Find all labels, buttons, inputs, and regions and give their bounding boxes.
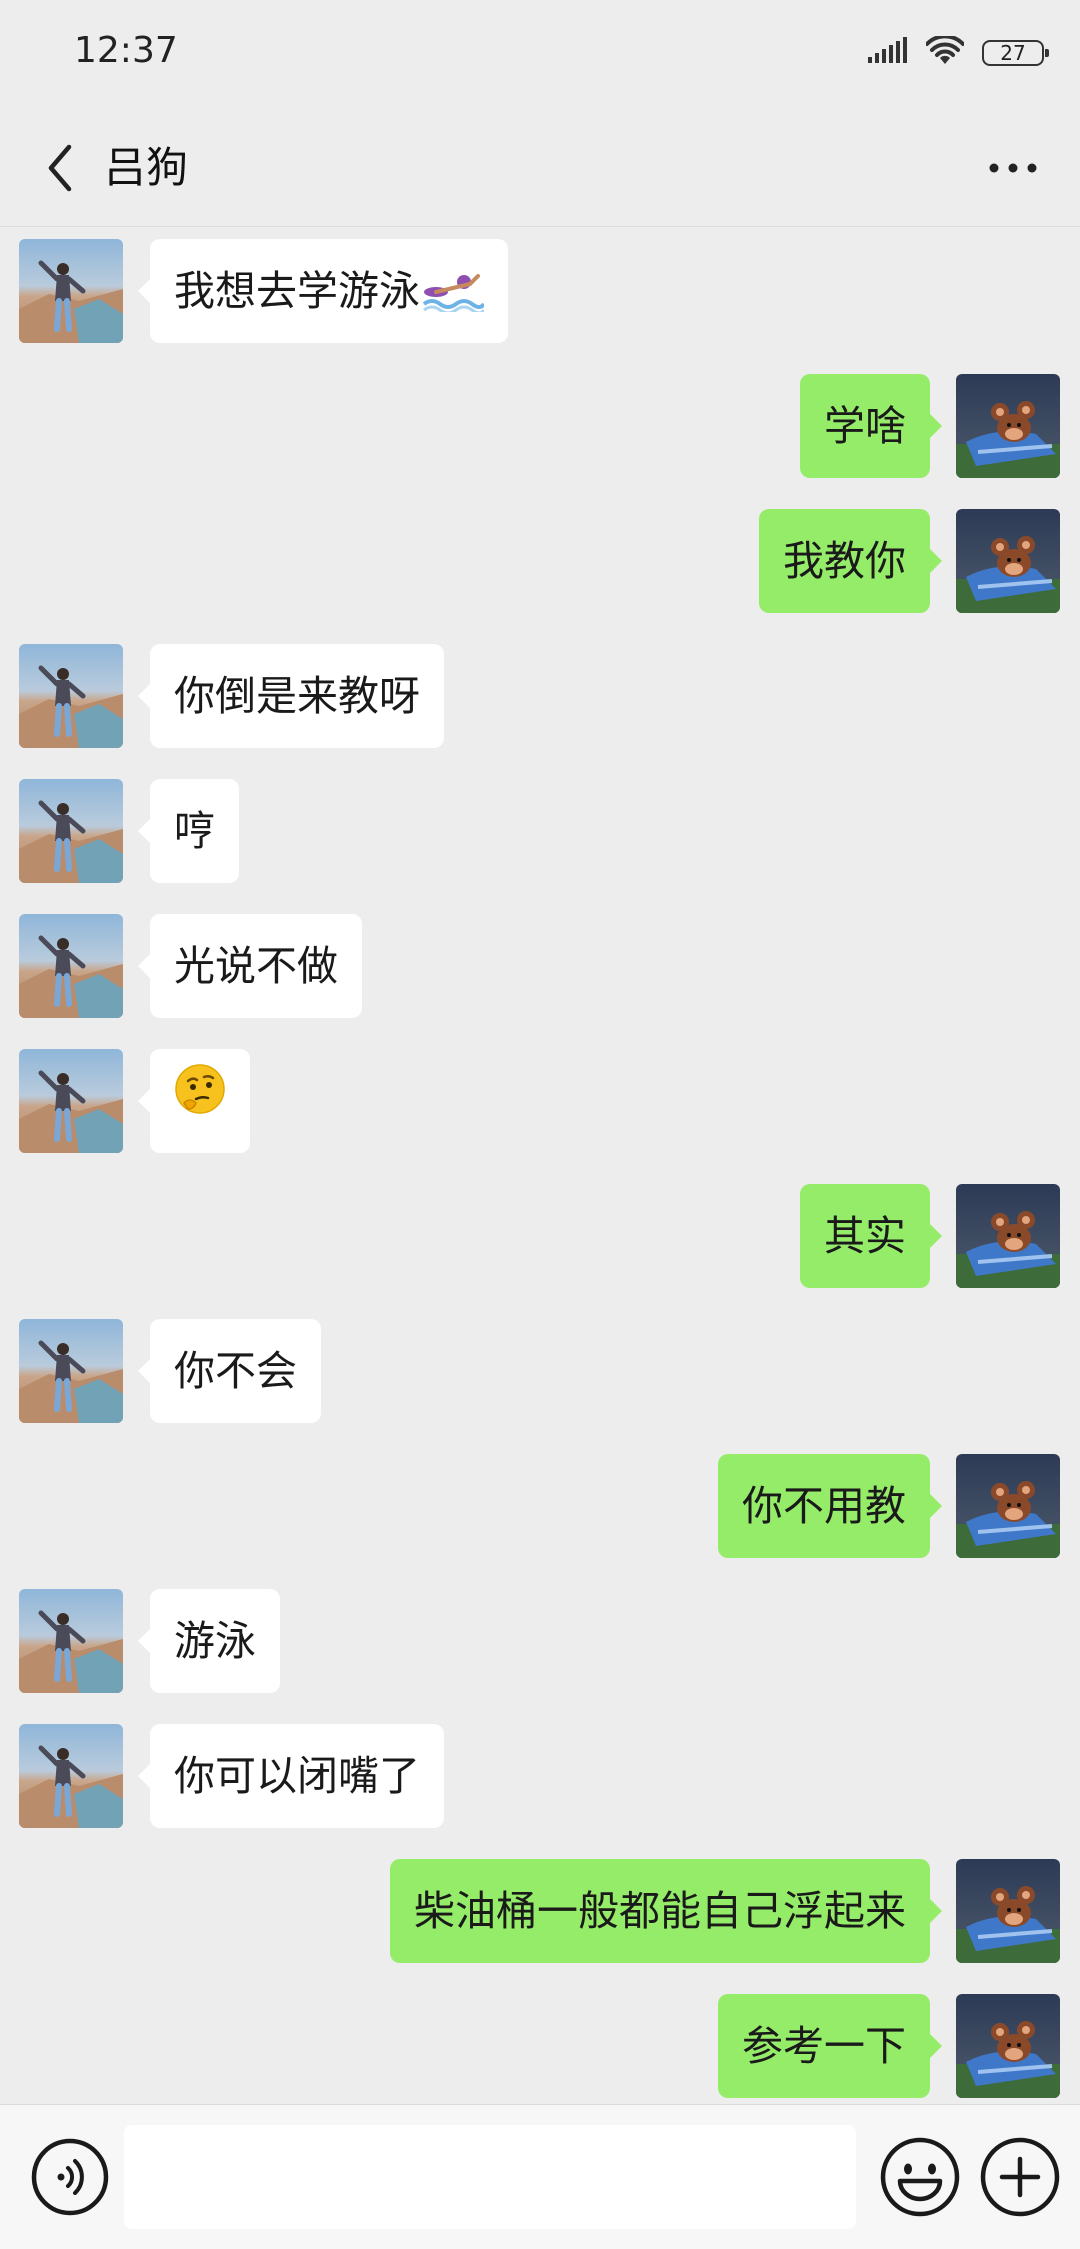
- battery-icon: 27: [982, 40, 1049, 66]
- my-avatar[interactable]: [956, 1859, 1060, 1963]
- message-bubble[interactable]: 我想去学游泳: [138, 239, 508, 343]
- message-bubble[interactable]: 光说不做: [138, 914, 362, 1018]
- back-button[interactable]: [28, 136, 92, 200]
- message-text: 游泳: [174, 1617, 256, 1665]
- message-bubble[interactable]: 你可以闭嘴了: [138, 1724, 444, 1828]
- swimmer-emoji-icon: [422, 270, 484, 312]
- message-text: 你可以闭嘴了: [174, 1752, 420, 1800]
- battery-level: 27: [1000, 41, 1026, 65]
- message-bubble[interactable]: 你不用教: [718, 1454, 942, 1558]
- message-text: 哼: [174, 807, 215, 855]
- contact-avatar[interactable]: [19, 779, 123, 883]
- wifi-icon: [925, 34, 965, 70]
- chat-message-list[interactable]: 我想去学游泳 学啥 我教你 你倒是来教呀 哼 光说不做 其实 你不会 你不用教 …: [0, 228, 1080, 2104]
- message-incoming: [0, 1049, 1080, 1153]
- contact-avatar[interactable]: [19, 1049, 123, 1153]
- emoji-icon: [880, 2137, 960, 2217]
- status-icons: 27: [868, 34, 1049, 70]
- message-incoming: 你不会: [0, 1319, 1080, 1423]
- back-chevron-icon: [48, 144, 72, 192]
- message-outgoing: 其实: [0, 1184, 1080, 1288]
- message-text: 我教你: [783, 537, 906, 585]
- status-bar: 12:37 27: [0, 0, 1080, 110]
- contact-avatar[interactable]: [19, 1319, 123, 1423]
- message-incoming: 你可以闭嘴了: [0, 1724, 1080, 1828]
- contact-avatar[interactable]: [19, 644, 123, 748]
- message-incoming: 游泳: [0, 1589, 1080, 1693]
- contact-avatar[interactable]: [19, 914, 123, 1018]
- message-input-bar: [0, 2104, 1080, 2249]
- message-outgoing: 柴油桶一般都能自己浮起来: [0, 1859, 1080, 1963]
- message-outgoing: 我教你: [0, 509, 1080, 613]
- message-text: 学啥: [824, 402, 906, 450]
- voice-icon: [31, 2138, 109, 2216]
- message-bubble[interactable]: [138, 1049, 250, 1153]
- my-avatar[interactable]: [956, 1994, 1060, 2098]
- contact-avatar[interactable]: [19, 239, 123, 343]
- more-button[interactable]: [976, 136, 1050, 200]
- message-bubble[interactable]: 柴油桶一般都能自己浮起来: [390, 1859, 942, 1963]
- message-bubble[interactable]: 你不会: [138, 1319, 321, 1423]
- voice-button[interactable]: [28, 2135, 112, 2219]
- signal-icon: [868, 37, 908, 69]
- message-text: 你不会: [174, 1347, 297, 1395]
- message-text: 你不用教: [742, 1482, 906, 1530]
- message-bubble[interactable]: 参考一下: [718, 1994, 942, 2098]
- message-incoming: 我想去学游泳: [0, 239, 1080, 343]
- message-bubble[interactable]: 你倒是来教呀: [138, 644, 444, 748]
- message-text: 柴油桶一般都能自己浮起来: [414, 1887, 906, 1935]
- message-outgoing: 学啥: [0, 374, 1080, 478]
- chat-header: 吕狗: [0, 110, 1080, 227]
- more-dots-icon: [989, 163, 1037, 173]
- contact-avatar[interactable]: [19, 1589, 123, 1693]
- message-incoming: 你倒是来教呀: [0, 644, 1080, 748]
- message-bubble[interactable]: 游泳: [138, 1589, 280, 1693]
- message-bubble[interactable]: 哼: [138, 779, 239, 883]
- message-incoming: 光说不做: [0, 914, 1080, 1018]
- my-avatar[interactable]: [956, 509, 1060, 613]
- status-time: 12:37: [74, 30, 178, 71]
- message-text: 我想去学游泳: [174, 267, 420, 315]
- message-bubble[interactable]: 其实: [800, 1184, 942, 1288]
- thinking-face-emoji-icon: [174, 1049, 226, 1153]
- my-avatar[interactable]: [956, 1184, 1060, 1288]
- contact-avatar[interactable]: [19, 1724, 123, 1828]
- message-text: 光说不做: [174, 942, 338, 990]
- message-incoming: 哼: [0, 779, 1080, 883]
- message-bubble[interactable]: 学啥: [800, 374, 942, 478]
- message-text-input[interactable]: [124, 2125, 856, 2229]
- more-functions-button[interactable]: [976, 2133, 1064, 2221]
- chat-title: 吕狗: [104, 143, 189, 192]
- message-bubble[interactable]: 我教你: [759, 509, 942, 613]
- plus-icon: [980, 2137, 1060, 2217]
- my-avatar[interactable]: [956, 374, 1060, 478]
- message-text: 你倒是来教呀: [174, 672, 420, 720]
- message-text: 其实: [824, 1212, 906, 1260]
- emoji-button[interactable]: [876, 2133, 964, 2221]
- message-text: 参考一下: [742, 2022, 906, 2070]
- message-outgoing: 你不用教: [0, 1454, 1080, 1558]
- message-outgoing: 参考一下: [0, 1994, 1080, 2098]
- my-avatar[interactable]: [956, 1454, 1060, 1558]
